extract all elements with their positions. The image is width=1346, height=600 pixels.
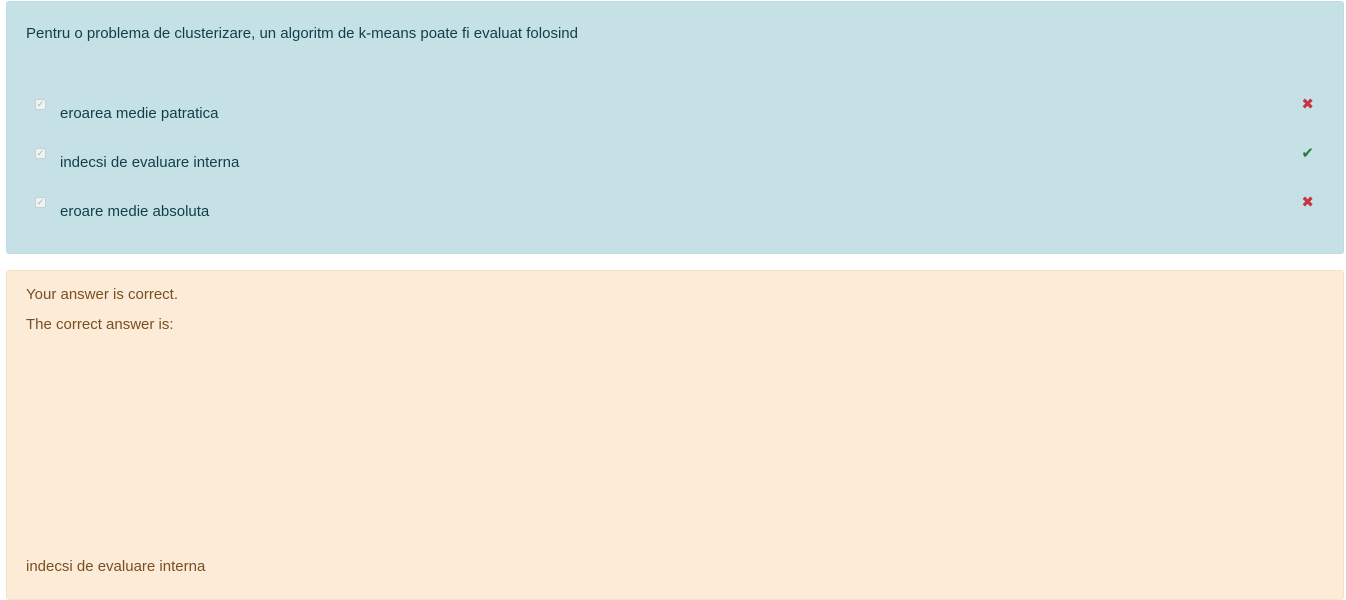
answer-label: eroarea medie patratica <box>60 105 219 122</box>
correct-answer-intro: The correct answer is: <box>26 316 174 333</box>
cross-icon: ✖ <box>1301 194 1314 211</box>
answer-option: ✓ indecsi de evaluare interna ✔ <box>7 145 1343 178</box>
answer-option: ✓ eroarea medie patratica ✖ <box>7 96 1343 129</box>
question-panel: Pentru o problema de clusterizare, un al… <box>6 1 1344 254</box>
answer-label: indecsi de evaluare interna <box>60 154 240 171</box>
feedback-status: Your answer is correct. <box>26 286 179 303</box>
answer-label: eroare medie absoluta <box>60 203 210 220</box>
cross-icon: ✖ <box>1301 96 1314 113</box>
question-text: Pentru o problema de clusterizare, un al… <box>26 25 578 42</box>
answer-checkbox[interactable]: ✓ <box>35 197 46 208</box>
correct-answer-text: indecsi de evaluare interna <box>26 558 206 575</box>
answer-checkbox[interactable]: ✓ <box>35 99 46 110</box>
feedback-panel: Your answer is correct. The correct answ… <box>6 270 1344 600</box>
answer-option: ✓ eroare medie absoluta ✖ <box>7 194 1343 227</box>
check-icon: ✔ <box>1301 145 1314 162</box>
answer-checkbox[interactable]: ✓ <box>35 148 46 159</box>
